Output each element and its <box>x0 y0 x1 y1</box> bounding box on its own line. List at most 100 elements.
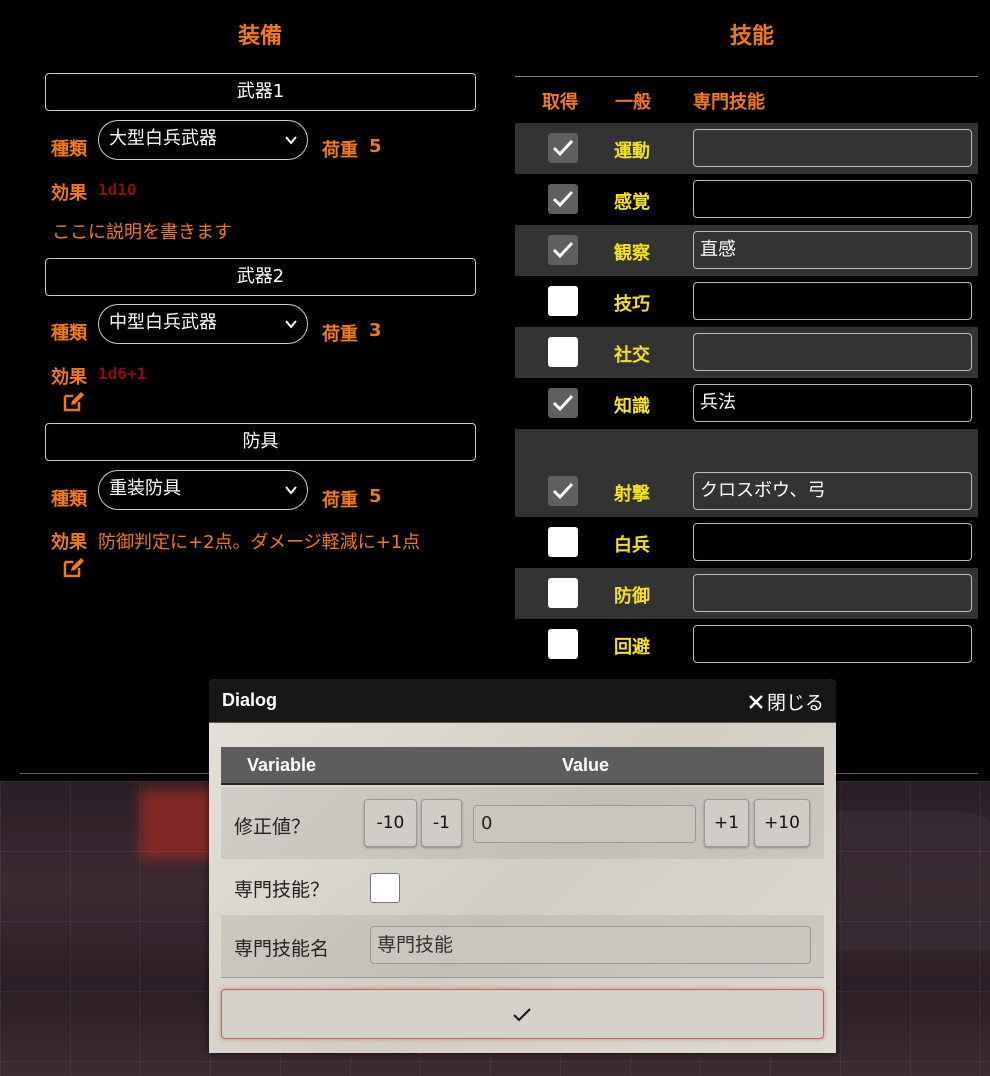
plus1-button[interactable]: +1 <box>704 799 749 847</box>
weapon1-effect-value: 1d10 <box>98 180 137 199</box>
skill-specialty-input[interactable] <box>693 282 972 320</box>
skill-specialty-input[interactable]: 直感 <box>693 231 972 269</box>
skill-name: 感覚 <box>614 192 650 213</box>
plus10-button[interactable]: +10 <box>754 799 810 847</box>
dialog-table-header: Variable Value <box>221 747 824 785</box>
minus1-button[interactable]: -1 <box>421 799 462 847</box>
skill-row: 射撃 クロスボウ、弓 <box>515 466 978 517</box>
skill-name: 知識 <box>614 396 650 417</box>
skill-specialty-input[interactable] <box>693 625 972 663</box>
skill-row: 技巧 <box>515 276 978 327</box>
skill-specialty-input[interactable]: 兵法 <box>693 384 972 422</box>
skill-name: 回避 <box>614 637 650 658</box>
armor-type-value: 重装防具 <box>109 478 181 499</box>
check-icon <box>552 190 574 208</box>
weapon2-type-select[interactable]: 中型白兵武器 <box>98 304 308 344</box>
weapon2-type-label: 種類 <box>51 323 87 344</box>
skill-specialty-input[interactable] <box>693 129 972 167</box>
skill-name: 射撃 <box>614 484 650 505</box>
col-variable: Variable <box>247 755 317 775</box>
skills-divider <box>515 76 978 77</box>
skill-row: 回避 <box>515 619 978 670</box>
skill-specialty-input[interactable] <box>693 574 972 612</box>
weapon1-type-label: 種類 <box>51 139 87 160</box>
chevron-down-icon <box>285 136 297 145</box>
skill-specialty-input[interactable] <box>693 180 972 218</box>
dialog-titlebar[interactable]: Dialog 閉じる <box>209 679 836 723</box>
armor-weight-value: 5 <box>369 486 382 507</box>
weapon1-weight-label: 荷重 <box>322 140 358 161</box>
check-icon <box>552 139 574 157</box>
dialog-body: Variable Value 修正値？ -10 -1 0 +1 +10 専門技能… <box>209 723 836 1053</box>
armor-effect-value: 防御判定に+2点。ダメージ軽減に+1点 <box>98 532 421 553</box>
skill-separator-row <box>515 429 978 466</box>
specialty-name-input[interactable]: 専門技能 <box>370 926 811 964</box>
skill-specialty-input[interactable]: クロスボウ、弓 <box>693 472 972 510</box>
skill-row: 感覚 <box>515 174 978 225</box>
header-specialty: 専門技能 <box>693 92 765 113</box>
specialty-check-row: 専門技能？ <box>221 859 824 915</box>
armor-name-field[interactable]: 防具 <box>45 423 476 461</box>
skill-row: 社交 <box>515 327 978 378</box>
weapon2-type-value: 中型白兵武器 <box>109 312 217 333</box>
specialty-checkbox[interactable] <box>370 873 400 903</box>
skill-checkbox[interactable] <box>548 388 578 418</box>
skill-checkbox[interactable] <box>548 476 578 506</box>
close-button[interactable]: 閉じる <box>749 688 824 715</box>
header-acquired: 取得 <box>542 92 578 113</box>
dialog-separator <box>221 977 824 978</box>
armor-type-label: 種類 <box>51 489 87 510</box>
col-value: Value <box>562 755 610 775</box>
armor-weight-label: 荷重 <box>322 490 358 511</box>
armor-effect-label: 効果 <box>51 532 87 553</box>
weapon1-weight-value: 5 <box>369 136 382 157</box>
check-icon <box>552 394 574 412</box>
skill-row: 知識 兵法 <box>515 378 978 429</box>
edit-icon[interactable] <box>62 557 84 579</box>
skill-name: 社交 <box>614 345 650 366</box>
skill-row: 運動 <box>515 123 978 174</box>
check-icon <box>513 1008 531 1022</box>
modifier-input[interactable]: 0 <box>473 805 696 843</box>
edit-icon[interactable] <box>62 391 84 413</box>
specialty-name-row: 専門技能名 専門技能 <box>221 915 824 977</box>
weapon1-effect-label: 効果 <box>51 183 87 204</box>
header-general: 一般 <box>615 92 651 113</box>
weapon2-effect-value: 1d6+1 <box>98 364 147 383</box>
confirm-button[interactable] <box>221 989 824 1039</box>
skill-name: 観察 <box>614 243 650 264</box>
armor-type-select[interactable]: 重装防具 <box>98 470 308 510</box>
skill-row: 防御 <box>515 568 978 619</box>
skill-name: 技巧 <box>614 294 650 315</box>
skills-title: 技能 <box>729 24 774 49</box>
specialty-check-label: 専門技能？ <box>234 879 330 901</box>
skill-specialty-input[interactable] <box>693 333 972 371</box>
skill-specialty-input[interactable] <box>693 523 972 561</box>
skill-checkbox[interactable] <box>548 337 578 367</box>
skill-checkbox[interactable] <box>548 578 578 608</box>
skill-row: 白兵 <box>515 517 978 568</box>
weapon1-type-select[interactable]: 大型白兵武器 <box>98 120 308 160</box>
weapon1-description: ここに説明を書きます <box>52 222 232 243</box>
skill-name: 白兵 <box>614 535 650 556</box>
skill-row: 観察 直感 <box>515 225 978 276</box>
weapon2-name-field[interactable]: 武器2 <box>45 258 476 296</box>
skill-checkbox[interactable] <box>548 235 578 265</box>
skill-name: 防御 <box>614 586 650 607</box>
dialog-title: Dialog <box>222 690 278 710</box>
equipment-title: 装備 <box>237 24 282 49</box>
skill-checkbox[interactable] <box>548 286 578 316</box>
modifier-row: 修正値？ -10 -1 0 +1 +10 <box>221 787 824 859</box>
minus10-button[interactable]: -10 <box>364 799 417 847</box>
chevron-down-icon <box>285 486 297 495</box>
weapon2-weight-label: 荷重 <box>322 324 358 345</box>
roll-dialog: Dialog 閉じる Variable Value 修正値？ -10 -1 0 … <box>209 679 836 1053</box>
skill-checkbox[interactable] <box>548 133 578 163</box>
weapon2-weight-value: 3 <box>369 320 382 341</box>
weapon1-name-field[interactable]: 武器1 <box>45 73 476 111</box>
chevron-down-icon <box>285 320 297 329</box>
skill-checkbox[interactable] <box>548 527 578 557</box>
specialty-name-label: 専門技能名 <box>234 938 330 960</box>
skill-checkbox[interactable] <box>548 629 578 659</box>
skill-checkbox[interactable] <box>548 184 578 214</box>
